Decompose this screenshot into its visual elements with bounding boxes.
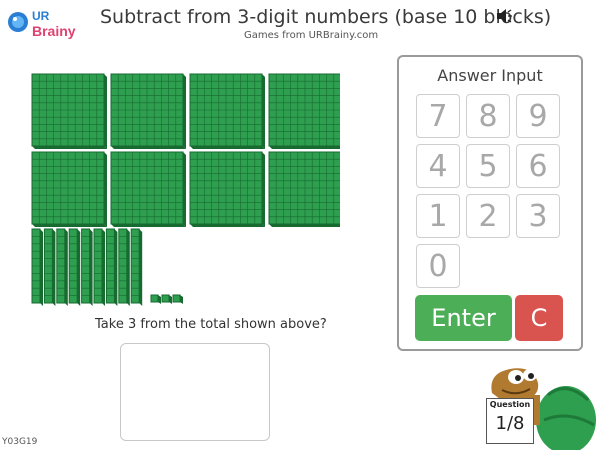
clear-button[interactable]: C xyxy=(515,295,563,341)
tens-rod xyxy=(31,228,43,306)
tens-rod xyxy=(105,228,118,306)
hundreds-block xyxy=(31,73,107,149)
base-ten-blocks xyxy=(31,73,340,306)
answer-input-panel: Answer Input 7 8 9 4 5 6 1 2 3 0 Enter C xyxy=(397,55,583,351)
key-7[interactable]: 7 xyxy=(416,94,460,138)
tens-rod xyxy=(81,228,93,306)
tens-rod xyxy=(93,228,105,306)
hundreds-block xyxy=(110,151,186,227)
answer-input-title: Answer Input xyxy=(437,66,543,85)
ones-cube xyxy=(161,294,172,304)
question-label: Question xyxy=(489,400,531,409)
ones-cube xyxy=(172,294,183,304)
hundreds-block xyxy=(31,151,107,227)
key-9[interactable]: 9 xyxy=(516,94,560,138)
key-6[interactable]: 6 xyxy=(516,144,560,188)
key-3[interactable]: 3 xyxy=(516,194,560,238)
speaker-icon[interactable] xyxy=(496,8,514,24)
key-0[interactable]: 0 xyxy=(416,244,460,288)
key-5[interactable]: 5 xyxy=(466,144,510,188)
tens-rod xyxy=(130,228,143,306)
tens-rod xyxy=(68,228,81,306)
question-text: Take 3 from the total shown above? xyxy=(95,317,327,332)
activity-code: Y03G19 xyxy=(2,437,38,447)
key-8[interactable]: 8 xyxy=(466,94,510,138)
enter-button[interactable]: Enter xyxy=(415,295,512,341)
hundreds-block xyxy=(268,73,340,149)
key-1[interactable]: 1 xyxy=(416,194,460,238)
answer-display xyxy=(120,343,270,441)
question-count: 1/8 xyxy=(495,413,525,434)
ones-cube xyxy=(150,294,161,304)
hundreds-block xyxy=(189,73,265,149)
tens-rod xyxy=(118,228,130,306)
question-counter-card: Question 1/8 xyxy=(486,398,534,444)
hundreds-block xyxy=(189,151,265,227)
hundreds-block xyxy=(268,151,340,227)
tens-rod xyxy=(43,228,56,306)
tens-rod xyxy=(56,228,68,306)
hundreds-block xyxy=(110,73,186,149)
key-2[interactable]: 2 xyxy=(466,194,510,238)
key-4[interactable]: 4 xyxy=(416,144,460,188)
